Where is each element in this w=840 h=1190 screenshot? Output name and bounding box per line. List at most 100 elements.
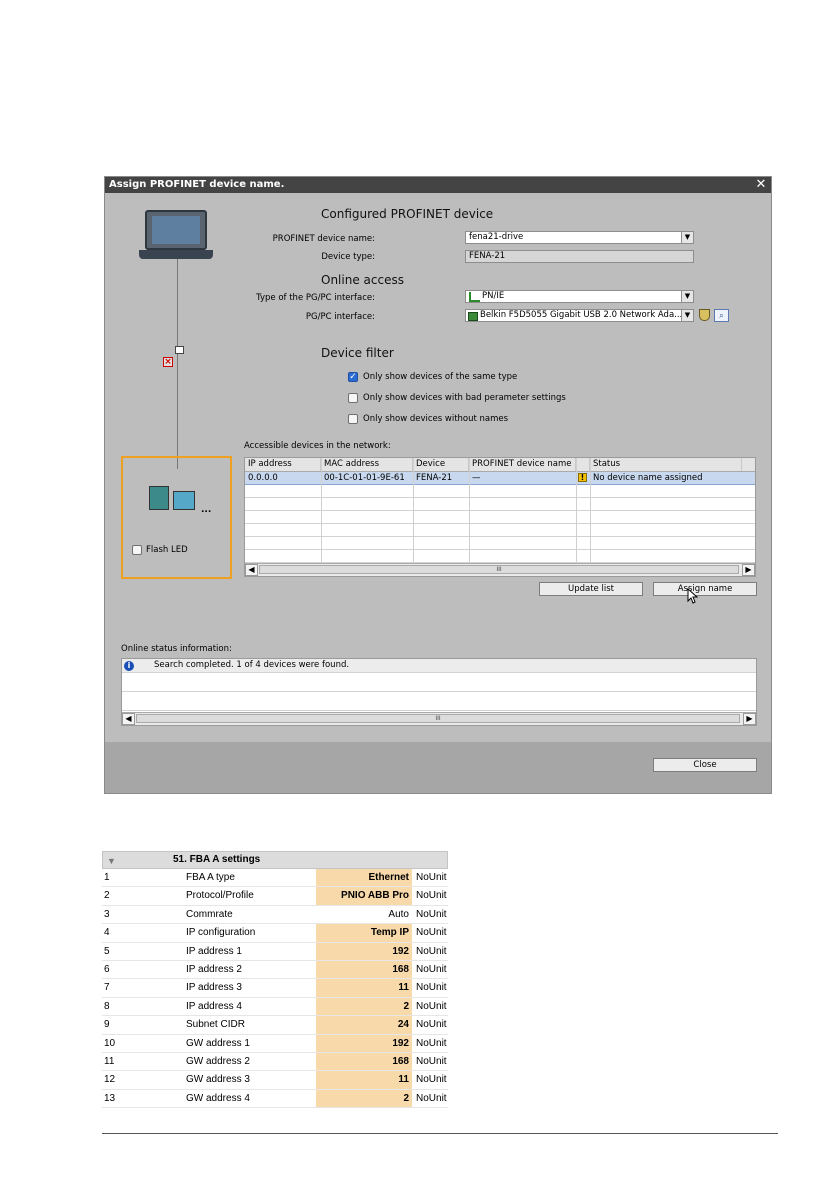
parameter-unit: NoUnit xyxy=(416,1092,447,1104)
cell-mac: 00-1C-01-01-9E-61 xyxy=(324,473,405,483)
parameter-row[interactable]: 5 IP address 1 192 NoUnit xyxy=(102,942,448,961)
parameter-value[interactable]: 168 xyxy=(316,1053,412,1071)
close-button[interactable]: Close xyxy=(653,758,757,772)
interface-select[interactable]: Belkin F5D5055 Gigabit USB 2.0 Network A… xyxy=(465,309,694,322)
parameter-number: 8 xyxy=(104,1000,110,1012)
online-status-list: i Search completed. 1 of 4 devices were … xyxy=(121,658,757,726)
parameter-row[interactable]: 8 IP address 4 2 NoUnit xyxy=(102,997,448,1017)
parameter-value[interactable]: 168 xyxy=(316,961,412,979)
parameter-row[interactable]: 13 GW address 4 2 NoUnit xyxy=(102,1089,448,1109)
parameter-row[interactable]: 1 FBA A type Ethernet NoUnit xyxy=(102,869,448,888)
configured-heading: Configured PROFINET device xyxy=(321,207,494,221)
parameter-row[interactable]: 10 GW address 1 192 NoUnit xyxy=(102,1034,448,1053)
assign-name-button[interactable]: Assign name xyxy=(653,582,757,596)
col-icon[interactable] xyxy=(576,458,590,471)
parameter-number: 2 xyxy=(104,890,110,902)
list-item[interactable]: i Search completed. 1 of 4 devices were … xyxy=(122,659,756,673)
cell-status-icon: ! xyxy=(576,472,590,485)
scroll-left-icon[interactable]: ◀ xyxy=(122,713,135,725)
scroll-thumb[interactable]: III xyxy=(259,565,739,574)
chevron-down-icon[interactable]: ▼ xyxy=(681,291,693,302)
ethernet-icon xyxy=(469,292,480,302)
table-horizontal-scrollbar[interactable]: ◀ III ▶ xyxy=(245,563,755,576)
status-message: Search completed. 1 of 4 devices were fo… xyxy=(154,660,350,670)
scroll-thumb[interactable]: III xyxy=(136,714,740,723)
parameter-value[interactable]: 192 xyxy=(316,942,412,960)
parameter-name: IP configuration xyxy=(186,927,256,939)
selected-device-frame[interactable]: ... Flash LED xyxy=(121,456,232,579)
parameter-name: IP address 3 xyxy=(186,982,242,994)
device-module-icon xyxy=(173,491,195,510)
parameter-unit: NoUnit xyxy=(416,927,447,939)
collapse-triangle-icon[interactable]: ▼ xyxy=(107,853,116,869)
parameter-value[interactable]: 192 xyxy=(316,1034,412,1052)
parameter-group-header[interactable]: ▼ 51. FBA A settings xyxy=(102,851,448,869)
parameter-name: Protocol/Profile xyxy=(186,890,254,902)
interface-type-select[interactable]: PN/IE ▼ xyxy=(465,290,694,303)
scroll-right-icon[interactable]: ▶ xyxy=(742,564,755,576)
parameter-name: Commrate xyxy=(186,908,233,920)
page-bottom-rule xyxy=(102,1133,778,1134)
col-mac[interactable]: MAC address xyxy=(321,458,413,471)
filter-bad-params-checkbox[interactable] xyxy=(348,393,358,403)
parameter-value[interactable]: 2 xyxy=(316,1089,412,1108)
shield-icon[interactable] xyxy=(699,309,710,321)
parameter-group-title: 51. FBA A settings xyxy=(173,854,261,865)
device-name-select[interactable]: fena21-drive ▼ xyxy=(465,231,694,244)
assign-name-dialog: Assign PROFINET device name. ✕ × ... Fla… xyxy=(104,176,772,794)
parameter-value[interactable]: Ethernet xyxy=(316,869,412,887)
parameter-number: 1 xyxy=(104,872,110,883)
col-status[interactable]: Status xyxy=(590,458,741,471)
parameter-row[interactable]: 7 IP address 3 11 NoUnit xyxy=(102,979,448,998)
mouse-cursor-icon xyxy=(687,588,699,604)
parameter-unit: NoUnit xyxy=(416,982,447,994)
col-divider xyxy=(413,458,414,563)
pg-pc-icon xyxy=(145,210,207,250)
parameter-number: 12 xyxy=(104,1074,116,1086)
scroll-left-icon[interactable]: ◀ xyxy=(245,564,258,576)
parameter-value[interactable]: 2 xyxy=(316,997,412,1016)
parameter-row[interactable]: 2 Protocol/Profile PNIO ABB Pro NoUnit xyxy=(102,887,448,906)
chevron-down-icon[interactable]: ▼ xyxy=(681,232,693,243)
status-horizontal-scrollbar[interactable]: ◀ III ▶ xyxy=(122,712,756,725)
col-divider xyxy=(469,458,470,563)
cell-profinet-name: — xyxy=(472,473,481,483)
parameter-row[interactable]: 12 GW address 3 11 NoUnit xyxy=(102,1071,448,1090)
search-icon[interactable]: ⌕ xyxy=(714,309,729,322)
parameter-row[interactable]: 4 IP configuration Temp IP NoUnit xyxy=(102,924,448,943)
parameter-row[interactable]: 9 Subnet CIDR 24 NoUnit xyxy=(102,1016,448,1035)
parameter-name: GW address 1 xyxy=(186,1037,250,1049)
parameter-row[interactable]: 3 Commrate Auto NoUnit xyxy=(102,906,448,925)
parameter-value[interactable]: 24 xyxy=(316,1016,412,1034)
parameter-value[interactable]: Temp IP xyxy=(316,924,412,942)
close-icon[interactable]: ✕ xyxy=(754,177,768,193)
warning-icon: ! xyxy=(578,473,587,482)
interface-value: Belkin F5D5055 Gigabit USB 2.0 Network A… xyxy=(480,310,683,320)
parameter-value[interactable]: 11 xyxy=(316,1071,412,1089)
parameter-number: 9 xyxy=(104,1019,110,1031)
parameter-name: FBA A type xyxy=(186,872,235,883)
accessible-devices-table: IP address MAC address Device PROFINET d… xyxy=(244,457,756,577)
filter-no-names-checkbox[interactable] xyxy=(348,414,358,424)
chevron-down-icon[interactable]: ▼ xyxy=(681,310,693,321)
col-device[interactable]: Device xyxy=(413,458,469,471)
list-item-empty xyxy=(122,692,756,711)
dialog-title: Assign PROFINET device name. xyxy=(105,177,771,193)
network-icon xyxy=(175,346,184,354)
parameter-number: 4 xyxy=(104,927,110,939)
parameter-row[interactable]: 11 GW address 2 168 NoUnit xyxy=(102,1053,448,1072)
flash-led-checkbox[interactable] xyxy=(132,545,142,555)
parameter-value[interactable]: 11 xyxy=(316,979,412,997)
col-divider xyxy=(576,458,577,563)
parameter-number: 6 xyxy=(104,964,110,975)
col-ip[interactable]: IP address xyxy=(245,458,321,471)
col-profinet-name[interactable]: PROFINET device name xyxy=(469,458,576,471)
parameter-value[interactable]: PNIO ABB Pro xyxy=(316,887,412,905)
scroll-right-icon[interactable]: ▶ xyxy=(743,713,756,725)
update-list-button[interactable]: Update list xyxy=(539,582,643,596)
parameter-value[interactable]: Auto xyxy=(316,906,412,923)
parameter-row[interactable]: 6 IP address 2 168 NoUnit xyxy=(102,961,448,980)
dialog-footer: Close xyxy=(105,742,771,793)
filter-same-type-checkbox[interactable]: ✓ xyxy=(348,372,358,382)
parameter-unit: NoUnit xyxy=(416,908,447,920)
